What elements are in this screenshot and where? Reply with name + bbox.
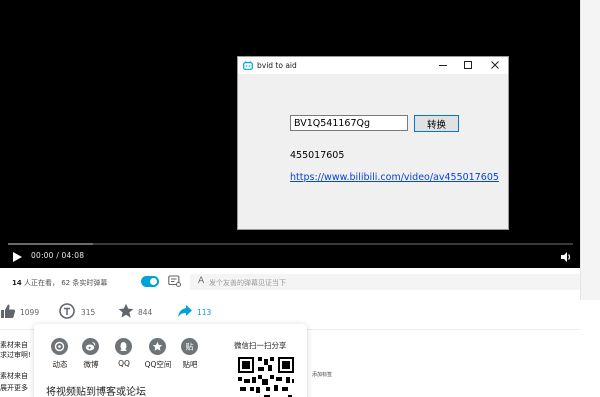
expand-more-link[interactable]: 展开更多 — [0, 383, 28, 393]
page: 00:00 / 04:08 bvid to aid BV1Q541167Qg 转… — [0, 0, 600, 397]
add-tag-link[interactable]: 添加标签 — [312, 371, 332, 378]
toggle-knob — [150, 278, 157, 285]
share-popup: 动态 微博 QQ QQ空间 贴 贴吧 将视频贴到博客或论坛 微信扫一扫分享 — [34, 324, 307, 397]
volume-icon[interactable] — [560, 251, 572, 263]
danmaku-settings-icon[interactable] — [168, 275, 181, 287]
time-separator: / — [56, 251, 59, 260]
share-count: 113 — [197, 308, 212, 317]
danmaku-bar: 14 人正在看， 62 条实时弹幕 A 发个友善的弹幕见证当下 — [0, 270, 580, 294]
dynamic-icon — [51, 338, 68, 355]
bvid-to-aid-window: bvid to aid 转换 455017605 https://www.bil… — [237, 56, 509, 230]
coin-icon — [59, 303, 75, 319]
share-qq-label: QQ — [118, 359, 130, 368]
weibo-icon — [82, 338, 99, 355]
aid-result: 455017605 — [290, 150, 345, 161]
favorite-count: 844 — [138, 308, 153, 317]
embed-title: 将视频贴到博客或论坛 — [46, 387, 146, 397]
window-title: bvid to aid — [257, 61, 297, 70]
danmaku-label: 条实时弹幕 — [72, 279, 108, 287]
viewer-label: 人正在看， — [23, 279, 59, 287]
time-current: 00:00 — [31, 251, 54, 260]
svg-text:贴: 贴 — [186, 342, 194, 352]
share-arrow-icon — [178, 305, 192, 317]
convert-button[interactable]: 转换 — [414, 115, 459, 132]
video-link[interactable]: https://www.bilibili.com/video/av4550176… — [290, 172, 499, 183]
coin-count: 315 — [81, 308, 96, 317]
share-tieba[interactable]: 贴 贴吧 — [174, 338, 206, 372]
thumbs-up-icon — [1, 304, 16, 318]
viewer-number: 14 — [12, 279, 22, 287]
play-icon[interactable] — [11, 251, 23, 263]
description-line: 素材来自 — [0, 372, 28, 380]
description-line: 素材来自 — [0, 341, 28, 349]
description-line: 求过审啊! — [0, 351, 31, 359]
video-player[interactable]: 00:00 / 04:08 bvid to aid BV1Q541167Qg 转… — [0, 0, 580, 268]
progress-buffer — [8, 243, 93, 245]
share-dynamic[interactable]: 动态 — [44, 338, 76, 372]
qq-icon — [115, 338, 132, 355]
close-icon[interactable] — [488, 59, 502, 71]
share-dynamic-label: 动态 — [52, 360, 68, 369]
danmaku-toggle[interactable] — [141, 276, 159, 287]
wechat-share-label: 微信扫一扫分享 — [234, 341, 287, 350]
window-titlebar[interactable]: bvid to aid — [238, 57, 508, 74]
share-qzone[interactable]: QQ空间 — [142, 338, 174, 372]
side-panel-edge — [580, 0, 600, 300]
danmaku-style-icon[interactable]: A — [198, 276, 204, 286]
danmaku-input[interactable]: A 发个友善的弹幕见证当下 — [190, 274, 580, 290]
maximize-icon[interactable] — [461, 59, 475, 71]
share-weibo[interactable]: 微博 — [75, 338, 107, 372]
tieba-icon: 贴 — [181, 338, 198, 355]
share-qq[interactable]: QQ — [108, 338, 140, 372]
qr-code-icon — [236, 355, 296, 397]
share-tieba-label: 贴吧 — [182, 360, 198, 369]
progress-bar[interactable] — [8, 243, 573, 245]
time-total: 04:08 — [61, 251, 85, 260]
bilibili-app-icon — [243, 61, 253, 70]
bvid-input[interactable] — [290, 115, 408, 131]
like-count: 1099 — [20, 308, 40, 317]
danmaku-number: 62 — [61, 279, 71, 287]
qzone-icon — [149, 338, 166, 355]
share-qzone-label: QQ空间 — [144, 360, 172, 369]
time-display: 00:00 / 04:08 — [31, 251, 84, 260]
share-weibo-label: 微博 — [83, 360, 99, 369]
star-icon — [118, 303, 134, 318]
minimize-icon[interactable] — [436, 59, 450, 71]
danmaku-placeholder: 发个友善的弹幕见证当下 — [209, 279, 286, 287]
viewer-count: 14 人正在看， 62 条实时弹幕 — [12, 278, 107, 288]
